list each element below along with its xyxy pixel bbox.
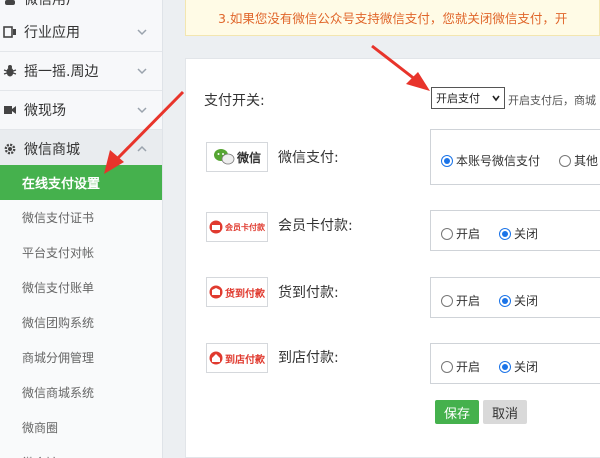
- radio-label: 开启: [456, 360, 481, 374]
- wechat-pay-logo: 微信: [206, 142, 268, 172]
- notice-banner: 3.如果您没有微信公众号支持微信支付，您就关闭微信支付，开: [185, 0, 600, 36]
- radio-dot: [441, 227, 453, 240]
- radio-label: 开启: [456, 294, 481, 308]
- chevron-down-icon: [492, 95, 500, 102]
- store-icon: [209, 351, 223, 365]
- sidebar-item-label: 微信用户: [24, 0, 80, 8]
- chevron-down-icon: [137, 68, 147, 75]
- save-button[interactable]: 保存: [435, 400, 479, 424]
- member-card-logo: 会员卡付款: [206, 212, 268, 242]
- sidebar-subitem-online-pay[interactable]: 在线支付设置: [0, 165, 162, 200]
- sidebar-subitem-groupbuy[interactable]: 微信团购系统: [0, 305, 162, 340]
- radio-dot: [441, 294, 453, 307]
- radio-label: 关闭: [514, 360, 539, 374]
- cod-options: 开启 关闭: [430, 277, 600, 318]
- logo-text: 会员卡付款: [225, 222, 265, 232]
- logo-text: 货到付款: [225, 288, 265, 300]
- sidebar-subitem-cert[interactable]: 微信支付证书: [0, 200, 162, 235]
- radio-label: 关闭: [514, 294, 539, 308]
- sidebar-item-label: 微现场: [24, 103, 66, 119]
- radio-dot: [559, 154, 571, 167]
- in-store-options: 开启 关闭: [430, 343, 600, 384]
- chevron-down-icon: [137, 107, 147, 114]
- wechat-pay-options: 本账号微信支付 其他: [430, 129, 600, 185]
- in-store-logo: 到店付款: [206, 343, 268, 373]
- in-store-off-radio[interactable]: 关闭: [499, 358, 538, 375]
- sidebar-subitem-bill[interactable]: 微信支付账单: [0, 270, 162, 305]
- cod-on-radio[interactable]: 开启: [441, 292, 480, 309]
- sidebar-subitem-commission[interactable]: 商城分佣管理: [0, 340, 162, 375]
- cod-logo: 货到付款: [206, 277, 268, 307]
- user-icon: [2, 0, 18, 7]
- logo-text: 微信: [236, 150, 261, 165]
- cod-label: 货到付款:: [278, 285, 339, 301]
- member-card-options: 开启 关闭: [430, 210, 600, 251]
- sidebar-subitem-reconcile[interactable]: 平台支付对帐: [0, 235, 162, 270]
- sidebar-item-shake[interactable]: 摇一摇.周边: [0, 52, 162, 91]
- logo-text: 到店付款: [225, 354, 265, 366]
- pay-switch-select[interactable]: 开启支付: [431, 87, 505, 109]
- radio-label: 关闭: [514, 227, 539, 241]
- member-card-label: 会员卡付款:: [278, 218, 353, 234]
- radio-label: 本账号微信支付: [456, 154, 541, 168]
- sidebar-item-label: 摇一摇.周边: [24, 64, 99, 80]
- app-icon: [2, 24, 18, 40]
- sidebar-item-mall[interactable]: 微信商城: [0, 130, 162, 169]
- sidebar-item-label: 行业应用: [24, 25, 80, 41]
- radio-dot: [441, 154, 453, 167]
- sidebar-item-label: 微信商城: [24, 142, 80, 158]
- video-icon: [2, 102, 18, 118]
- radio-dot: [499, 227, 511, 240]
- radio-label: 其他: [574, 154, 599, 168]
- payment-settings-panel: 支付开关: 开启支付 开启支付后，商城 微信 微信支付: 本账号微信支付 其他 …: [185, 58, 600, 458]
- member-card-on-radio[interactable]: 开启: [441, 225, 480, 242]
- wechat-pay-own-radio[interactable]: 本账号微信支付: [441, 152, 540, 169]
- gear-icon: [2, 141, 18, 157]
- pay-switch-hint: 开启支付后，商城: [508, 94, 596, 107]
- chevron-up-icon: [137, 145, 147, 152]
- main-content: 3.如果您没有微信公众号支持微信支付，您就关闭微信支付，开 支付开关: 开启支付…: [163, 0, 600, 458]
- cancel-button[interactable]: 取消: [483, 400, 527, 424]
- in-store-on-radio[interactable]: 开启: [441, 358, 480, 375]
- wechat-pay-label: 微信支付:: [278, 150, 339, 166]
- sidebar-subitem-circle[interactable]: 微商圈: [0, 410, 162, 445]
- in-store-label: 到店付款:: [278, 350, 339, 366]
- wechat-pay-other-radio[interactable]: 其他: [559, 152, 598, 169]
- bug-icon: [2, 63, 18, 79]
- cod-off-radio[interactable]: 关闭: [499, 292, 538, 309]
- sidebar-subitem-mall-system[interactable]: 微信商城系统: [0, 375, 162, 410]
- member-card-off-radio[interactable]: 关闭: [499, 225, 538, 242]
- sidebar: 微信用户 行业应用 摇一摇.周边 微现场 微信商城 在线支付设置 微信支付证书 …: [0, 0, 163, 458]
- wechat-icon: [213, 149, 235, 165]
- pay-switch-value: 开启支付: [436, 92, 480, 105]
- sidebar-item-live[interactable]: 微现场: [0, 91, 162, 130]
- pay-switch-label: 支付开关:: [204, 93, 265, 109]
- radio-dot: [441, 360, 453, 373]
- sidebar-subitem-club[interactable]: 微会馆: [0, 445, 162, 458]
- delivery-icon: [209, 285, 223, 299]
- radio-label: 开启: [456, 227, 481, 241]
- chevron-down-icon: [137, 29, 147, 36]
- card-icon: [209, 220, 223, 234]
- radio-dot: [499, 294, 511, 307]
- radio-dot: [499, 360, 511, 373]
- sidebar-item-industry[interactable]: 行业应用: [0, 13, 162, 52]
